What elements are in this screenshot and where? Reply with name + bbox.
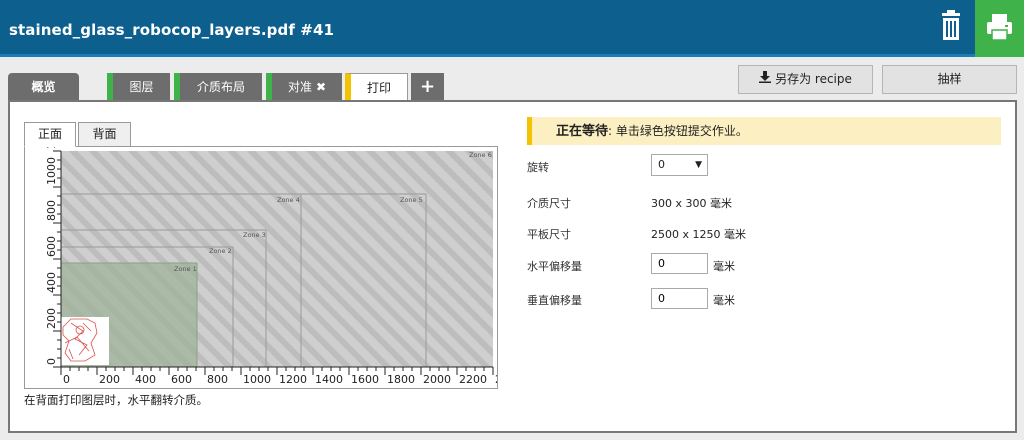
y-tick-label: 0 — [45, 358, 58, 365]
status-message: : 单击绿色按钮提交作业。 — [608, 124, 748, 138]
rotation-label: 旋转 — [527, 161, 549, 174]
vertical-offset-label: 垂直偏移量 — [527, 294, 582, 307]
y-tick-label: 1000 — [45, 157, 58, 185]
zone-label: Zone 1 — [174, 265, 197, 273]
x-tick-label: 600 — [171, 373, 192, 386]
download-icon — [759, 66, 772, 93]
tab-overview[interactable]: 概览 — [8, 73, 79, 101]
media-size-value: 300 x 300 毫米 — [651, 197, 732, 210]
y-tick-label: 600 — [45, 236, 58, 257]
rotation-select[interactable]: 0 ▼ — [651, 154, 708, 176]
x-tick-label: 1800 — [387, 373, 415, 386]
trash-icon[interactable] — [933, 10, 969, 44]
rotation-value: 0 — [658, 158, 665, 171]
x-tick-label: 1200 — [279, 373, 307, 386]
close-icon[interactable]: ✖ — [316, 80, 326, 94]
horizontal-offset-input[interactable] — [651, 253, 708, 274]
x-tick-label: 200 — [99, 373, 120, 386]
tab-alignment-label: 对准 — [287, 80, 312, 94]
tab-layers[interactable]: 图层 — [107, 73, 170, 101]
header-bar: stained_glass_robocop_layers.pdf #41 — [0, 0, 1024, 57]
layout-preview-canvas: Zone 1 Zone 2 Zone 3 Zone 4 Zone 5 Zone … — [45, 121, 509, 386]
table-size-value: 2500 x 1250 毫米 — [651, 228, 746, 241]
y-tick-label: 400 — [45, 272, 58, 293]
y-tick-label: 200 — [45, 308, 58, 329]
vertical-offset-unit: 毫米 — [713, 294, 735, 307]
zone-label: Zone 6 — [469, 151, 492, 159]
add-tab-button[interactable]: + — [411, 73, 444, 101]
x-tick-label: 1000 — [243, 373, 271, 386]
x-tick-label: 2200 — [459, 373, 487, 386]
print-button[interactable] — [975, 0, 1024, 57]
table-size-label: 平板尺寸 — [527, 228, 571, 241]
x-tick-label: 1400 — [315, 373, 343, 386]
save-recipe-button[interactable]: 另存为 recipe — [738, 65, 873, 94]
tab-back-side[interactable]: 背面 — [78, 122, 131, 147]
media-size-label: 介质尺寸 — [527, 197, 571, 210]
x-tick-label: 2000 — [423, 373, 451, 386]
y-tick-label: 800 — [45, 200, 58, 221]
status-title: 正在等待 — [556, 124, 609, 139]
horizontal-offset-label: 水平偏移量 — [527, 260, 582, 273]
printer-icon — [987, 14, 1012, 41]
tab-alignment[interactable]: 对准 ✖ — [266, 73, 342, 101]
x-tick-label: 0 — [63, 373, 70, 386]
tab-media-layout[interactable]: 介质布局 — [174, 73, 262, 101]
x-tick-label: 800 — [207, 373, 228, 386]
horizontal-offset-unit: 毫米 — [713, 260, 735, 273]
chevron-down-icon: ▼ — [695, 160, 702, 170]
sample-button[interactable]: 抽样 — [882, 65, 1017, 94]
tab-front-side[interactable]: 正面 — [24, 122, 76, 147]
zone-label: Zone 3 — [243, 231, 266, 239]
tab-print[interactable]: 打印 — [345, 73, 408, 102]
layout-preview: Zone 1 Zone 2 Zone 3 Zone 4 Zone 5 Zone … — [24, 121, 509, 389]
x-tick-label: 1600 — [351, 373, 379, 386]
zone-label: Zone 5 — [400, 196, 423, 204]
zone-label: Zone 4 — [277, 196, 300, 204]
vertical-offset-input[interactable] — [651, 288, 708, 309]
zone-label: Zone 2 — [209, 247, 232, 255]
document-title: stained_glass_robocop_layers.pdf #41 — [9, 21, 335, 39]
y-tick-label: 1200 — [45, 147, 58, 149]
back-side-note: 在背面打印图层时，水平翻转介质。 — [24, 393, 208, 407]
save-recipe-label: 另存为 recipe — [775, 72, 852, 86]
x-tick-label: 24 — [495, 373, 497, 386]
x-tick-label: 400 — [135, 373, 156, 386]
status-banner: 正在等待: 单击绿色按钮提交作业。 — [527, 117, 1001, 145]
